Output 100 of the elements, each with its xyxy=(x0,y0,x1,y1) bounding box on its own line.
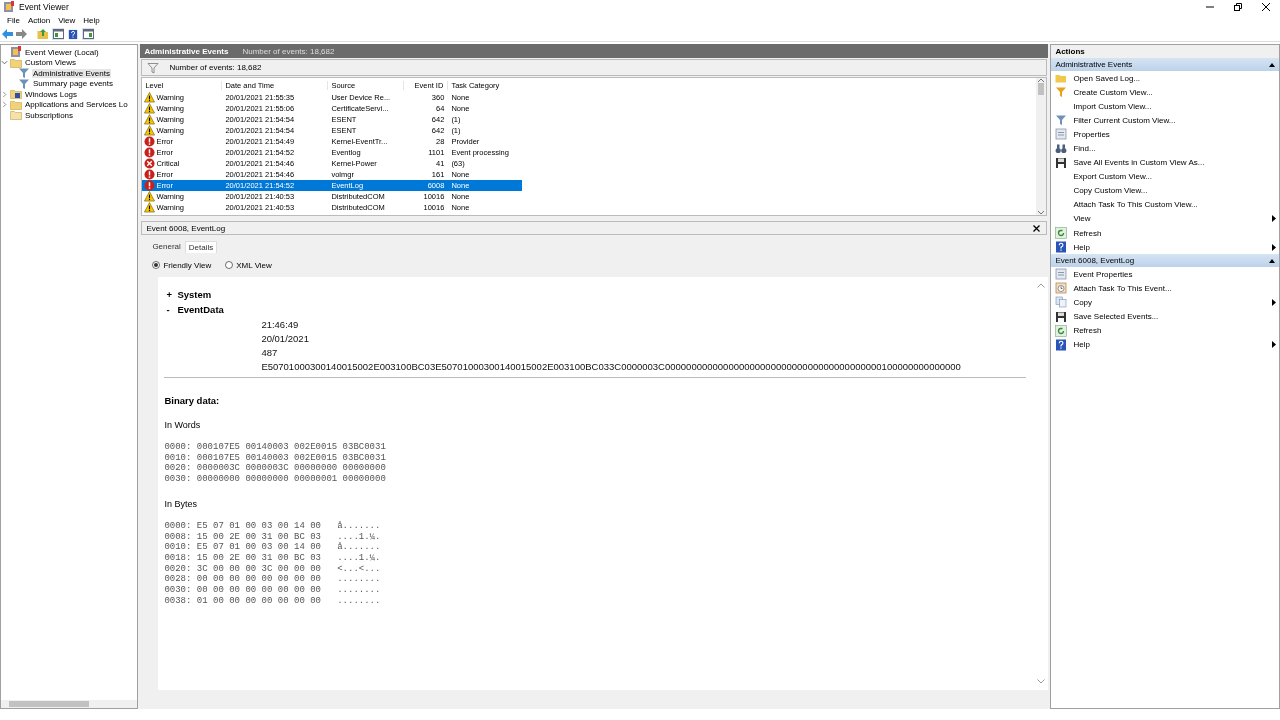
forward-arrow-icon[interactable] xyxy=(16,29,27,39)
filter-icon xyxy=(1055,86,1068,99)
action-link[interactable]: Event Properties xyxy=(1073,269,1279,279)
filter-icon xyxy=(18,77,30,90)
error-icon xyxy=(144,136,156,147)
folder-up-icon[interactable] xyxy=(37,28,49,40)
tree-item[interactable]: Subscriptions xyxy=(24,110,75,120)
filter-icon xyxy=(18,67,30,80)
section-heading: Binary data: xyxy=(164,395,221,406)
event-count: Number of events: 18,682 xyxy=(242,46,335,56)
action-link[interactable]: Properties xyxy=(1073,129,1279,139)
action-link[interactable]: Copy Custom View... xyxy=(1073,186,1279,196)
panel-icon[interactable] xyxy=(52,29,64,39)
tree-item[interactable]: Administrative Events xyxy=(32,68,111,78)
hex-line: 0028: 00 00 00 00 00 00 00 00 ........ xyxy=(164,574,382,586)
hex-line: 0018: 15 00 2E 00 31 00 BC 03 ....1.¼. xyxy=(164,552,382,564)
copy-icon xyxy=(1055,296,1068,309)
toggle-sign[interactable]: + xyxy=(166,289,178,300)
action-link[interactable]: Attach Task To This Custom View... xyxy=(1073,200,1279,210)
pane-title: Administrative Events xyxy=(144,46,229,56)
event-viewer-icon xyxy=(3,1,15,13)
folder-icon xyxy=(10,88,22,101)
maximize-icon[interactable] xyxy=(1234,3,1242,11)
binoculars-icon xyxy=(1055,142,1068,155)
critical-icon xyxy=(144,158,156,169)
collapse-caret-icon[interactable] xyxy=(1,59,8,67)
action-link[interactable]: Refresh xyxy=(1073,326,1279,336)
tab[interactable]: Details xyxy=(184,241,218,253)
action-link[interactable]: Create Custom View... xyxy=(1073,87,1279,97)
action-link[interactable]: Import Custom View... xyxy=(1073,101,1279,111)
warning-icon xyxy=(144,191,156,202)
action-link[interactable]: Find... xyxy=(1073,144,1279,153)
collapse-icon[interactable] xyxy=(1269,62,1275,67)
action-link[interactable]: Help xyxy=(1073,242,1266,252)
scroll-up-icon[interactable] xyxy=(1037,283,1046,288)
hex-line: 0000: E5 07 01 00 03 00 14 00 å....... xyxy=(164,520,382,532)
scroll-thumb[interactable] xyxy=(1038,83,1045,95)
section-heading: System xyxy=(177,289,212,300)
menu-item[interactable]: Help xyxy=(79,16,104,25)
action-link[interactable]: Help xyxy=(1073,340,1266,350)
warning-icon xyxy=(144,202,156,213)
expand-caret-icon[interactable] xyxy=(1,90,8,98)
tree-item[interactable]: Event Viewer (Local) xyxy=(24,47,100,57)
back-arrow-icon[interactable] xyxy=(2,29,13,39)
save-icon xyxy=(1055,156,1068,169)
error-icon xyxy=(144,169,156,180)
action-link[interactable]: View xyxy=(1073,214,1266,224)
close-icon[interactable] xyxy=(1262,3,1270,11)
menu-item[interactable]: File xyxy=(3,16,24,25)
tree-item[interactable]: Windows Logs xyxy=(24,89,79,99)
event-data-value: 20/01/2021 xyxy=(261,332,309,344)
pane-title: Actions xyxy=(1051,45,1279,58)
section-heading: EventData xyxy=(177,304,224,315)
panel-icon[interactable] xyxy=(82,29,94,39)
radio-button[interactable] xyxy=(225,261,234,269)
help-icon xyxy=(1055,241,1068,254)
hex-line: 0030: 00 00 00 00 00 00 00 00 ........ xyxy=(164,585,382,596)
event-data-value: 487 xyxy=(261,346,278,358)
details-title: Event 6008, EventLog xyxy=(146,223,226,233)
action-link[interactable]: Save All Events in Custom View As... xyxy=(1073,158,1279,168)
scroll-down-icon[interactable] xyxy=(1037,679,1046,684)
horizontal-scrollbar[interactable] xyxy=(1,700,138,708)
subheading: In Words xyxy=(164,420,202,430)
action-link[interactable]: Export Custom View... xyxy=(1073,172,1279,182)
toggle-sign[interactable]: - xyxy=(166,304,178,315)
action-link[interactable]: Save Selected Events... xyxy=(1073,312,1279,322)
refresh-icon xyxy=(1055,324,1068,337)
minimize-icon[interactable] xyxy=(1206,3,1214,11)
task-icon xyxy=(1055,282,1068,295)
hex-line: 0030: 00000000 00000000 00000001 00000000 xyxy=(164,474,387,485)
filter-icon xyxy=(1055,114,1068,127)
action-link[interactable]: Refresh xyxy=(1073,228,1279,238)
radio-button[interactable] xyxy=(152,261,161,269)
warning-icon xyxy=(144,92,156,103)
tree-item[interactable]: Summary page events xyxy=(32,79,115,89)
expand-caret-icon[interactable] xyxy=(1,101,8,109)
collapse-icon[interactable] xyxy=(1269,258,1275,263)
radio-label[interactable]: XML View xyxy=(236,260,272,270)
menu-item[interactable]: Action xyxy=(23,16,55,25)
hex-line: 0008: 15 00 2E 00 31 00 BC 03 ....1.¼. xyxy=(164,531,382,542)
hex-line: 0000: 000107E5 00140003 002E0015 03BC0031 xyxy=(164,442,387,453)
tab[interactable]: General xyxy=(148,240,185,253)
action-link[interactable]: Copy xyxy=(1073,297,1266,307)
scroll-down-icon[interactable] xyxy=(1038,210,1045,215)
filter-icon xyxy=(147,61,160,74)
action-link[interactable]: Attach Task To This Event... xyxy=(1073,283,1279,293)
menu-item[interactable]: View xyxy=(54,16,80,25)
action-link[interactable]: Open Saved Log... xyxy=(1073,73,1279,83)
tree-item[interactable]: Custom Views xyxy=(24,58,77,68)
action-link[interactable]: Filter Current Custom View... xyxy=(1073,115,1279,125)
subheading: In Bytes xyxy=(164,498,198,509)
radio-label[interactable]: Friendly View xyxy=(163,260,212,270)
scroll-up-icon[interactable] xyxy=(1038,78,1045,83)
folder-icon xyxy=(10,98,22,111)
tree-item[interactable]: Applications and Services Lo xyxy=(24,100,129,110)
error-icon xyxy=(144,147,156,158)
folder-icon xyxy=(10,109,22,122)
help-icon[interactable] xyxy=(68,28,78,40)
close-icon[interactable] xyxy=(1033,224,1041,232)
vertical-scrollbar[interactable] xyxy=(1036,78,1047,215)
